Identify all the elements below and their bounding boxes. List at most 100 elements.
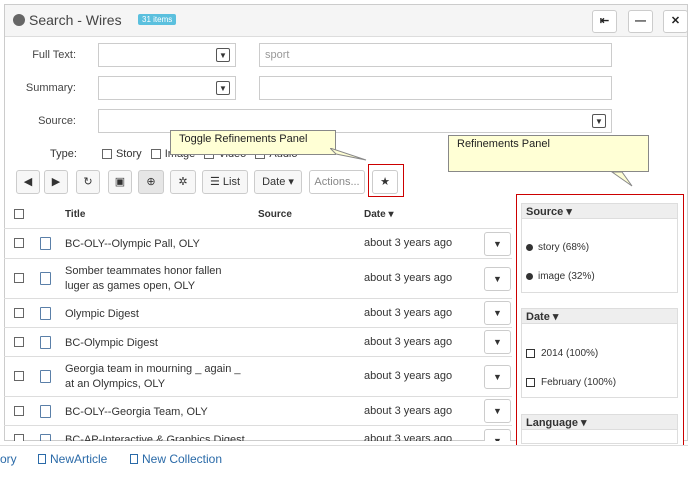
row-checkbox[interactable] [14,238,24,248]
forward-button[interactable]: ▶ [44,170,68,194]
row-title[interactable]: BC-AP-Interactive & Graphics Digest [65,433,265,441]
column-date[interactable]: Date ▾ [364,209,394,220]
row-checkbox[interactable] [14,308,24,318]
story-icon [40,307,51,320]
bullet-icon [526,272,533,280]
row-title[interactable]: BC-Olympic Digest [65,336,245,351]
full-text-mode-select[interactable]: ▼ [98,43,236,67]
caret-down-icon: ▾ [552,311,559,323]
bullet-icon [526,243,533,251]
row-checkbox[interactable] [14,337,24,347]
table-row[interactable]: Georgia team in mourning _ again _ at an… [4,357,512,397]
row-title[interactable]: Georgia team in mourning _ again _ at an… [65,362,245,392]
row-checkbox[interactable] [14,273,24,283]
results-header: Title Source Date ▾ [4,201,512,229]
actions-button[interactable]: Actions... [309,170,365,194]
footer-bar: ory NewArticle New Collection [0,445,688,477]
facet-language-header[interactable]: Language ▾ [522,415,677,430]
callout-pointer [610,171,633,187]
table-row[interactable]: BC-Olympic Digest about 3 years ago ▼ [4,328,512,357]
story-checkbox[interactable] [101,149,112,160]
save-button[interactable]: ▣ [108,170,132,194]
row-title[interactable]: BC-OLY--Olympic Pall, OLY [65,237,245,252]
document-icon [130,454,138,464]
row-date: about 3 years ago [364,237,453,249]
back-button[interactable]: ◀ [16,170,40,194]
row-checkbox[interactable] [14,371,24,381]
type-label: Type: [50,148,77,160]
close-button[interactable]: ✕ [663,10,688,33]
chevron-down-icon: ▼ [592,114,606,128]
list-icon: ☰ [209,176,223,188]
facet-date: Date ▾ 2014 (100%) February (100%) [521,308,678,398]
row-date: about 3 years ago [364,336,453,348]
row-date: about 3 years ago [364,405,453,417]
save-icon: ▣ [114,176,126,188]
document-icon [38,454,46,464]
sort-caret-icon: ▾ [388,209,394,220]
story-icon [40,434,51,441]
table-row[interactable]: Olympic Digest about 3 years ago ▼ [4,299,512,328]
facet-item[interactable]: February (100%) [526,377,616,388]
titlebar: Search - Wires 31 items ⇤ — ✕ [5,5,688,37]
row-title[interactable]: Olympic Digest [65,307,245,322]
facet-item[interactable]: 2014 (100%) [526,348,598,359]
new-collection-link[interactable]: New Collection [130,452,222,466]
table-row[interactable]: Somber teammates honor fallen luger as g… [4,259,512,299]
row-expand-button[interactable]: ▼ [484,429,511,441]
list-view-button[interactable]: ☰ List [202,170,248,194]
row-expand-button[interactable]: ▼ [484,267,511,291]
caret-down-icon: ▾ [285,176,294,188]
summary-mode-select[interactable]: ▼ [98,76,236,100]
select-all-checkbox[interactable] [14,209,24,219]
zoom-button[interactable]: ⊕ [138,170,164,194]
table-row[interactable]: BC-OLY--Olympic Pall, OLY about 3 years … [4,229,512,259]
table-row[interactable]: BC-OLY--Georgia Team, OLY about 3 years … [4,397,512,426]
row-checkbox[interactable] [14,406,24,416]
facet-date-header[interactable]: Date ▾ [522,309,677,324]
row-expand-button[interactable]: ▼ [484,301,511,325]
row-title[interactable]: BC-OLY--Georgia Team, OLY [65,405,245,420]
arrow-left-icon: ◀ [23,176,33,188]
full-text-label: Full Text: [32,49,76,61]
summary-label: Summary: [25,82,76,94]
item-count-badge: 31 items [138,14,177,25]
row-date: about 3 years ago [364,272,453,284]
column-source[interactable]: Source [258,209,292,220]
chevron-down-icon: ▼ [216,48,230,62]
image-checkbox[interactable] [150,149,161,160]
callout-pointer [330,148,367,161]
row-expand-button[interactable]: ▼ [484,365,511,389]
settings-button[interactable]: ✲ [170,170,196,194]
facet-source-header[interactable]: Source ▾ [522,204,677,219]
story-icon [40,405,51,418]
facet-source: Source ▾ story (68%) image (32%) [521,203,678,293]
new-story-link[interactable]: ory [0,452,17,466]
row-checkbox[interactable] [14,434,24,441]
window-title: Search - Wires [29,12,122,28]
summary-input[interactable] [259,76,612,100]
facet-language: Language ▾ [521,414,678,444]
chevron-down-icon: ▼ [216,81,230,95]
row-title[interactable]: Somber teammates honor fallen luger as g… [65,264,245,294]
refresh-button[interactable]: ↻ [76,170,100,194]
pin-button[interactable]: ⇤ [592,10,617,33]
minimize-button[interactable]: — [628,10,653,33]
column-title[interactable]: Title [65,209,85,220]
refresh-icon: ↻ [83,176,93,188]
story-icon [40,237,51,250]
row-expand-button[interactable]: ▼ [484,232,511,256]
row-expand-button[interactable]: ▼ [484,330,511,354]
refinements-panel-callout: Refinements Panel [448,135,649,172]
zoom-icon: ⊕ [146,176,156,188]
new-article-link[interactable]: NewArticle [38,452,107,466]
facet-item[interactable]: story (68%) [526,242,589,253]
caret-down-icon: ▾ [581,417,587,429]
row-expand-button[interactable]: ▼ [484,399,511,423]
type-story[interactable]: Story [101,148,142,160]
date-sort-button[interactable]: Date ▾ [254,170,302,194]
full-text-input[interactable]: sport [259,43,612,67]
gear-icon: ✲ [178,176,188,188]
facet-item[interactable]: image (32%) [526,271,595,282]
table-row[interactable]: BC-AP-Interactive & Graphics Digest abou… [4,426,512,441]
